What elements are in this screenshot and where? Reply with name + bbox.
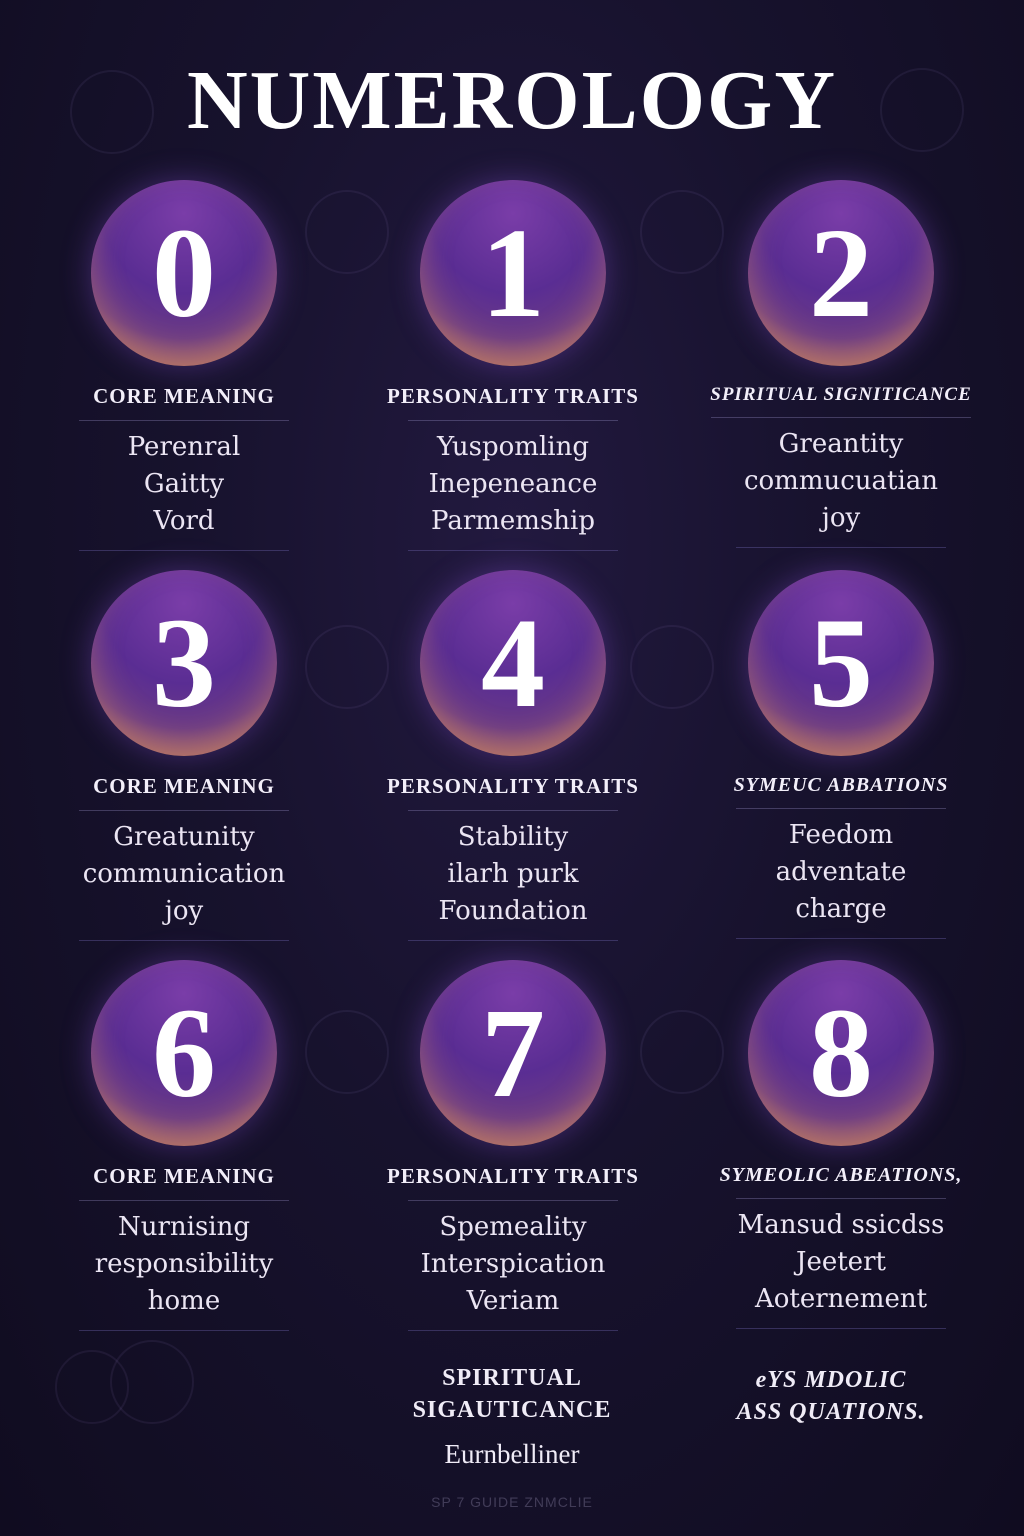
number-label: 5	[809, 592, 873, 734]
number-badge: 0	[91, 180, 277, 366]
card-heading: SYMEOLIC ABEATIONS,	[719, 1164, 963, 1186]
divider	[408, 1330, 618, 1331]
number-card-2: 2 SPIRITUAL SIGNITICANCE Greantity commu…	[686, 180, 996, 548]
card-heading: PERSONALITY TRAITS	[387, 774, 639, 798]
bottom-subtext: Eurnbelliner	[444, 1439, 580, 1469]
number-card-7: 7 PERSONALITY TRAITS Spemeality Interspi…	[358, 960, 668, 1331]
bottom-section-symbolic: eYS MDOLIC ASS QUATIONS.	[681, 1364, 981, 1428]
card-line: joy	[821, 503, 861, 533]
card-heading: CORE MEANING	[93, 384, 275, 408]
divider	[736, 547, 946, 548]
divider	[79, 810, 289, 811]
number-label: 2	[809, 202, 873, 344]
number-card-8: 8 SYMEOLIC ABEATIONS, Mansud ssicdss Jee…	[686, 960, 996, 1329]
card-line: Veriam	[466, 1286, 560, 1316]
card-line: ilarh purk	[447, 859, 579, 889]
card-line: Parmemship	[431, 506, 595, 536]
card-line: joy	[164, 896, 204, 926]
number-badge: 8	[748, 960, 934, 1146]
divider	[736, 808, 946, 809]
number-card-6: 6 CORE MEANING Nurnising responsibility …	[29, 960, 339, 1331]
card-line: Spemeality	[439, 1212, 587, 1242]
number-badge: 1	[420, 180, 606, 366]
number-label: 3	[152, 592, 216, 734]
number-label: 7	[481, 982, 545, 1124]
card-line: responsibility	[94, 1249, 274, 1279]
number-badge: 7	[420, 960, 606, 1146]
divider	[711, 417, 971, 418]
number-badge: 6	[91, 960, 277, 1146]
card-heading: CORE MEANING	[93, 1164, 275, 1188]
card-line: Inepeneance	[428, 469, 598, 499]
divider	[79, 1330, 289, 1331]
number-label: 8	[809, 982, 873, 1124]
number-label: 4	[481, 592, 545, 734]
divider	[408, 420, 618, 421]
number-label: 0	[152, 202, 216, 344]
card-line: Jeetert	[796, 1247, 886, 1277]
number-card-4: 4 PERSONALITY TRAITS Stability ilarh pur…	[358, 570, 668, 941]
card-line: Greatunity	[113, 822, 255, 852]
background-symbol	[110, 1340, 194, 1424]
card-line: Mansud ssicdss	[737, 1210, 945, 1240]
card-line: Nurnising	[117, 1212, 251, 1242]
divider	[408, 550, 618, 551]
number-card-5: 5 SYMEUC ABBATIONS Feedom adventate char…	[686, 570, 996, 939]
number-badge: 5	[748, 570, 934, 756]
card-line: Yuspomling	[437, 432, 589, 462]
number-badge: 4	[420, 570, 606, 756]
card-heading: PERSONALITY TRAITS	[387, 1164, 639, 1188]
card-heading: SYMEUC ABBATIONS	[733, 774, 949, 796]
divider	[79, 940, 289, 941]
bottom-heading: eYS MDOLIC	[755, 1367, 907, 1393]
card-line: Perenral	[127, 432, 241, 462]
bottom-heading: SIGAUTICANCE	[412, 1397, 612, 1423]
divider	[79, 1200, 289, 1201]
card-line: Aoternement	[754, 1284, 928, 1314]
card-heading: CORE MEANING	[93, 774, 275, 798]
divider	[408, 940, 618, 941]
card-line: Feedom	[788, 820, 894, 850]
divider	[408, 810, 618, 811]
divider	[408, 1200, 618, 1201]
card-line: Greantity	[778, 429, 904, 459]
divider	[736, 1328, 946, 1329]
number-badge: 3	[91, 570, 277, 756]
number-badge: 2	[748, 180, 934, 366]
divider	[736, 938, 946, 939]
card-line: Foundation	[438, 896, 588, 926]
divider	[79, 550, 289, 551]
page-title: NUMEROLOGY	[187, 54, 837, 147]
card-line: home	[147, 1286, 221, 1316]
card-line: adventate	[775, 857, 907, 887]
bottom-heading: ASS QUATIONS.	[736, 1399, 926, 1425]
divider	[736, 1198, 946, 1199]
number-label: 6	[152, 982, 216, 1124]
footnote-text: SP 7 GUIDE ZNMCLIE	[431, 1494, 593, 1510]
bottom-heading: SPIRITUAL	[442, 1365, 582, 1391]
card-heading: PERSONALITY TRAITS	[387, 384, 639, 408]
number-label: 1	[481, 202, 545, 344]
card-line: Vord	[153, 506, 215, 536]
card-line: commucuatian	[743, 466, 939, 496]
card-line: Interspication	[420, 1249, 606, 1279]
card-heading: SPIRITUAL SIGNITICANCE	[710, 384, 972, 405]
card-line: Stability	[457, 822, 569, 852]
card-line: Gaitty	[143, 469, 225, 499]
card-line: communication	[82, 859, 286, 889]
number-card-1: 1 PERSONALITY TRAITS Yuspomling Inepenea…	[358, 180, 668, 551]
bottom-section-spiritual: SPIRITUAL SIGAUTICANCE Eurnbelliner	[362, 1362, 662, 1470]
number-card-3: 3 CORE MEANING Greatunity communication …	[29, 570, 339, 941]
card-line: charge	[795, 894, 887, 924]
number-card-0: 0 CORE MEANING Perenral Gaitty Vord	[29, 180, 339, 551]
divider	[79, 420, 289, 421]
